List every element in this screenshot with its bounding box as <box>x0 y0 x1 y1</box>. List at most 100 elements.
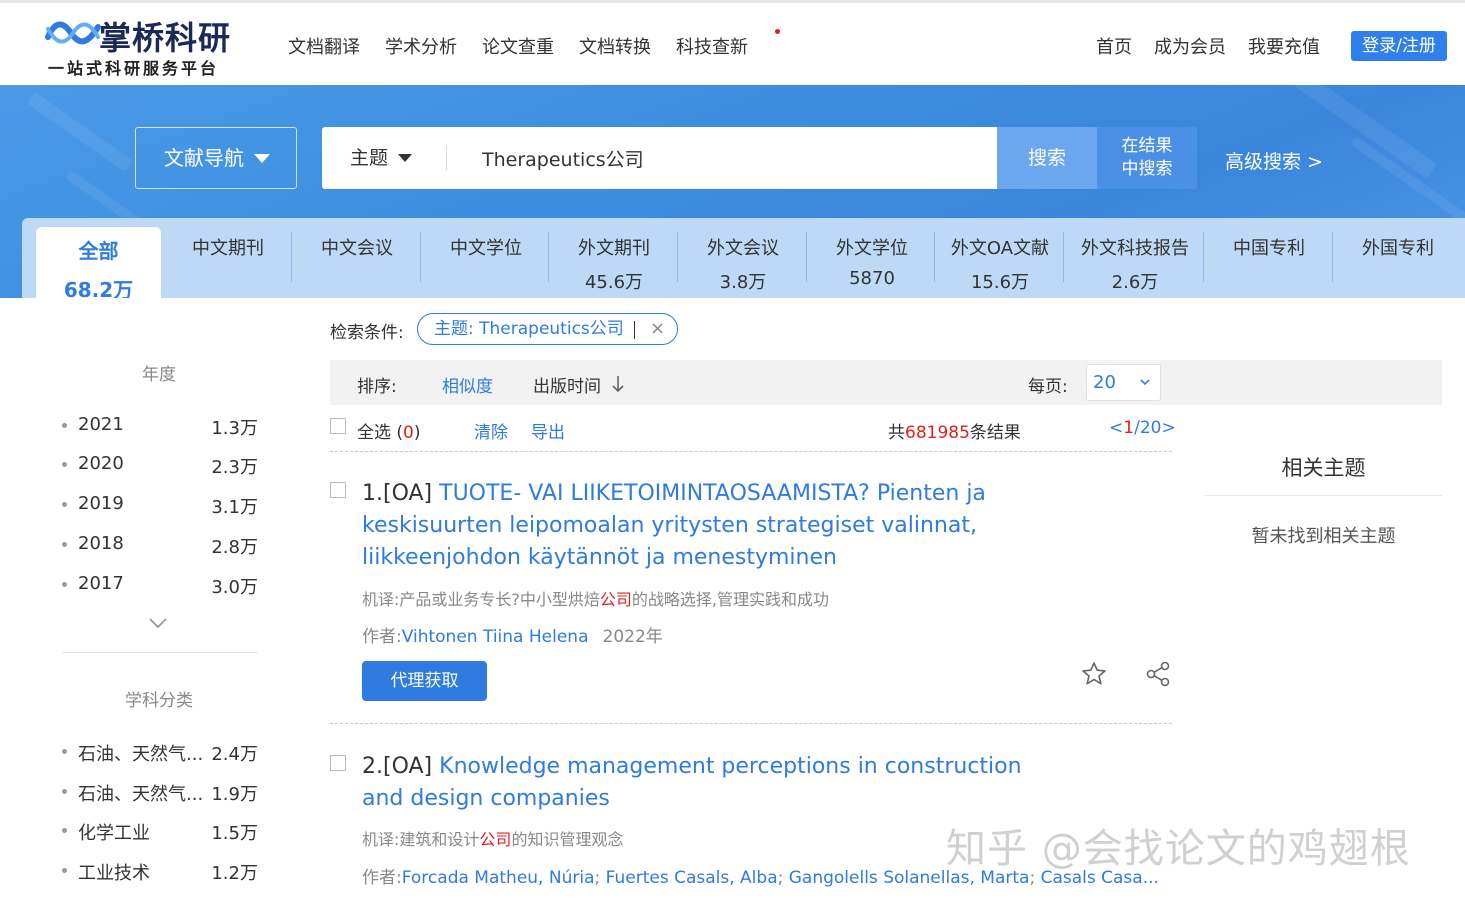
tab-foreign-patent[interactable]: 外国专利 <box>1334 218 1462 298</box>
selected-count: 0 <box>403 423 414 443</box>
bullet <box>62 868 67 873</box>
total-results: 共681985条结果 <box>888 418 1021 443</box>
bullet <box>62 462 67 467</box>
search-input[interactable] <box>482 127 982 189</box>
result-title[interactable]: 2.[OA] Knowledge management perceptions … <box>362 751 1062 815</box>
close-icon[interactable]: × <box>650 314 665 344</box>
top-nav: 文档翻译 学术分析 论文查重 文档转换 科技查新 <box>288 29 780 59</box>
nav-academic-analysis[interactable]: 学术分析 <box>385 33 457 59</box>
author-link[interactable]: Forcada Matheu, Núria <box>402 868 595 888</box>
result-title[interactable]: 1.[OA] TUOTE- VAI LIIKETOIMINTAOSAAMISTA… <box>362 478 1042 574</box>
author-link[interactable]: Vihtonen Tiina Helena <box>402 627 589 647</box>
watermark: 知乎 @会找论文的鸡翅根 <box>946 826 1411 872</box>
nav-novelty-search[interactable]: 科技查新 <box>676 37 748 58</box>
bullet <box>62 542 67 547</box>
login-register-button[interactable]: 登录/注册 <box>1351 31 1447 61</box>
tab-label: 中文学位 <box>450 238 522 259</box>
right-nav: 首页 成为会员 我要充值 <box>1096 33 1342 59</box>
search-box: 主题 <box>322 127 998 189</box>
select-all-checkbox[interactable] <box>330 418 346 434</box>
arrow-down-icon[interactable] <box>610 374 626 394</box>
filter-sidebar: 年度 2021 1.3万 2020 2.3万 2019 3.1万 2018 2.… <box>22 298 292 903</box>
tab-divider <box>677 232 678 282</box>
search-scope-select[interactable]: 主题 <box>350 127 413 189</box>
logo-slogan: 一站式科研服务平台 <box>48 59 220 78</box>
tab-divider <box>1332 232 1333 282</box>
result-checkbox[interactable] <box>330 482 346 498</box>
tab-foreign-oa[interactable]: 外文OA文献 15.6万 <box>936 218 1064 298</box>
select-all-text: 全选 <box>357 423 391 443</box>
tab-label: 全部 <box>78 239 119 263</box>
result-year: 2022年 <box>602 627 663 647</box>
tab-foreign-tech-report[interactable]: 外文科技报告 2.6万 <box>1065 218 1205 298</box>
mt-label: 机译: <box>362 830 400 849</box>
total-pages: 20 <box>1139 418 1162 438</box>
search-in-results-button[interactable]: 在结果 中搜索 <box>1097 127 1197 189</box>
tab-divider <box>420 232 421 282</box>
banner-decoration <box>26 91 134 173</box>
tab-divider <box>1203 232 1204 282</box>
advanced-search-link[interactable]: 高级搜索 > <box>1225 147 1323 174</box>
logo-wave-icon <box>45 21 101 45</box>
machine-translation: 机译:产品或业务专长?中小型烘焙公司的战略选择,管理实践和成功 <box>362 586 829 610</box>
literature-nav-dropdown[interactable]: 文献导航 <box>135 127 297 189</box>
author-label: 作者: <box>362 868 402 888</box>
tab-count: 3.8万 <box>719 272 767 293</box>
year-filter-title: 年度 <box>142 365 176 385</box>
nav-membership[interactable]: 成为会员 <box>1154 33 1226 59</box>
divider <box>446 145 447 171</box>
total-suffix: 条结果 <box>969 423 1021 443</box>
export-button[interactable]: 导出 <box>531 418 565 443</box>
tab-divider <box>806 232 807 282</box>
sort-bar: 排序: 相似度 出版时间 每页: 20 <box>330 360 1442 405</box>
clear-button[interactable]: 清除 <box>474 418 508 443</box>
bullet <box>62 749 67 754</box>
per-page-label: 每页: <box>1028 377 1068 397</box>
year-count: 2.8万 <box>211 537 258 558</box>
mt-text-after: 的战略选择,管理实践和成功 <box>631 590 830 609</box>
tab-foreign-thesis[interactable]: 外文学位 5870 <box>808 218 936 298</box>
author-link[interactable]: Fuertes Casals, Alba <box>606 868 778 888</box>
tab-all[interactable]: 全部 68.2万 <box>36 227 161 302</box>
caret-down-icon <box>254 154 270 163</box>
tab-cn-patent[interactable]: 中国专利 <box>1205 218 1333 298</box>
nav-plagiarism-check[interactable]: 论文查重 <box>482 33 554 59</box>
year-count: 3.1万 <box>211 497 258 518</box>
share-icon[interactable] <box>1144 660 1172 688</box>
search-button[interactable]: 搜索 <box>997 127 1097 189</box>
result-checkbox[interactable] <box>330 755 346 771</box>
proxy-fetch-button[interactable]: 代理获取 <box>362 661 487 701</box>
tab-cn-journal[interactable]: 中文期刊 <box>164 218 292 298</box>
results-toolbar: 全选 (0) 清除 导出 共681985条结果 <1/20> <box>330 416 1176 452</box>
subject-label: 工业技术 <box>78 863 150 884</box>
nav-doc-convert[interactable]: 文档转换 <box>579 33 651 59</box>
divider <box>62 652 258 653</box>
expand-chevron-icon[interactable] <box>148 616 168 630</box>
literature-nav-label: 文献导航 <box>164 146 244 170</box>
next-page-button[interactable]: > <box>1161 418 1175 438</box>
tab-cn-thesis[interactable]: 中文学位 <box>422 218 550 298</box>
bullet <box>62 789 67 794</box>
nav-doc-translate[interactable]: 文档翻译 <box>288 33 360 59</box>
tab-foreign-conference[interactable]: 外文会议 3.8万 <box>679 218 807 298</box>
tab-cn-conference[interactable]: 中文会议 <box>293 218 421 298</box>
nav-recharge[interactable]: 我要充值 <box>1248 33 1320 59</box>
tab-count: 5870 <box>849 268 895 289</box>
condition-chip[interactable]: 主题: Therapeutics公司 × <box>417 313 678 345</box>
sort-by-relevance[interactable]: 相似度 <box>442 372 493 397</box>
logo[interactable]: 掌桥科研 一站式科研服务平台 <box>45 13 245 78</box>
select-all-label[interactable]: 全选 (0) <box>357 418 421 443</box>
tab-foreign-journal[interactable]: 外文期刊 45.6万 <box>550 218 678 298</box>
result-authors: 作者:Vihtonen Tiina Helena 2022年 <box>362 622 1172 647</box>
star-icon[interactable] <box>1080 660 1108 688</box>
per-page-select[interactable]: 20 <box>1086 364 1161 401</box>
mt-text-before: 建筑和设计 <box>399 830 480 849</box>
prev-page-button[interactable]: < <box>1109 418 1123 438</box>
nav-home[interactable]: 首页 <box>1096 33 1132 59</box>
tab-label: 中文期刊 <box>192 238 264 259</box>
machine-translation: 机译:建筑和设计公司的知识管理观念 <box>362 826 623 850</box>
sort-label: 排序: <box>357 377 397 397</box>
tab-label: 中国专利 <box>1233 238 1305 259</box>
tab-count: 45.6万 <box>584 272 644 293</box>
sort-by-date[interactable]: 出版时间 <box>533 372 601 397</box>
